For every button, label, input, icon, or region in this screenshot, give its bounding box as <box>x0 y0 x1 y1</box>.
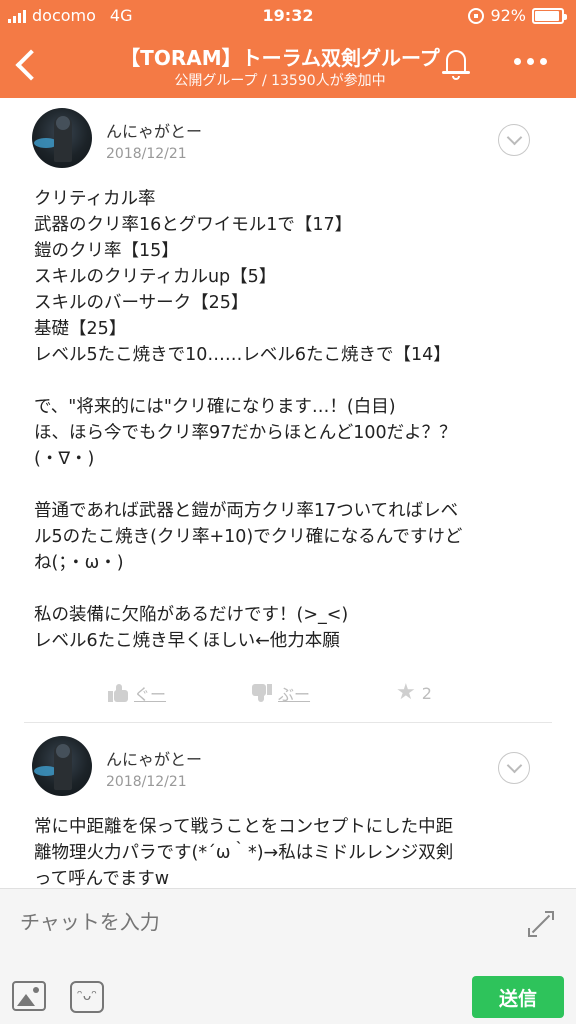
post-card: んにゃがとー 2018/12/21 クリティカル率武器のクリ率16とグワイモル1… <box>24 98 552 718</box>
thumbs-up-icon <box>108 684 128 702</box>
post-line: 離物理火力パラです(*´ω｀*)→私はミドルレンジ双剣 <box>34 843 454 863</box>
post-line: ル5のたこ焼き(クリ率+10)でクリ確になるんですけど <box>34 527 463 547</box>
group-subtitle: 公開グループ / 13590人が参加中 <box>174 73 386 89</box>
post-line: 基礎【25】 <box>34 319 127 339</box>
chat-input[interactable] <box>20 905 500 939</box>
post-author[interactable]: んにゃがとー <box>106 118 202 142</box>
send-button[interactable]: 送信 <box>472 976 564 1018</box>
battery-icon <box>532 7 567 24</box>
post-line: って呼んでますw <box>34 869 170 888</box>
thumbs-down-icon <box>252 684 273 702</box>
battery-percent: 92% <box>490 6 526 25</box>
post-line: 普通であれば武器と鎧が両方クリ率17ついてればレベ <box>34 501 459 521</box>
post-line: 鎧のクリ率【15】 <box>34 241 179 261</box>
expand-icon[interactable] <box>528 911 554 937</box>
chevron-left-icon[interactable] <box>10 42 46 86</box>
more-icon[interactable] <box>514 58 547 65</box>
post-body: 常に中距離を保って戦うことをコンセプトにした中距 離物理火力パラです(*´ω｀*)… <box>34 814 544 888</box>
good-label: ぐー <box>134 685 167 704</box>
reaction-bar: ぐー ぶー ★ 2 <box>108 678 528 708</box>
bad-button[interactable]: ぶー <box>252 678 310 708</box>
post-line: ね(；・ω・) <box>34 553 124 573</box>
post-line: で、"将来的には"クリ確になります…！(白目) <box>34 397 396 417</box>
post-line: レベル6たこ焼き早くほしい←他力本願 <box>34 631 340 651</box>
avatar[interactable] <box>32 108 92 168</box>
bad-label: ぶー <box>278 685 311 704</box>
post-body: クリティカル率武器のクリ率16とグワイモル1で【17】 鎧のクリ率【15】スキルの… <box>34 186 544 654</box>
post-line: 常に中距離を保って戦うことをコンセプトにした中距 <box>34 817 454 837</box>
divider <box>24 722 552 723</box>
rotation-lock-icon <box>468 7 485 24</box>
post-line: スキルのバーサーク【25】 <box>34 293 249 313</box>
star-icon: ★ <box>396 680 416 705</box>
chevron-down-icon[interactable] <box>498 752 530 784</box>
group-title: 【TORAM】トーラム双剣グループ <box>120 46 440 70</box>
sticker-icon[interactable]: ᵔᴗᵔ <box>70 981 104 1013</box>
avatar[interactable] <box>32 736 92 796</box>
star-count: 2 <box>421 683 432 703</box>
post-card: んにゃがとー 2018/12/21 常に中距離を保って戦うことをコンセプトにした… <box>24 726 552 888</box>
navigation-bar: 【TORAM】トーラム双剣グループ 公開グループ / 13590人が参加中 <box>0 32 576 98</box>
header-bar: docomo 4G 19:32 92% 【TORAM】トーラム双剣グループ 公開… <box>0 0 576 98</box>
post-line: (・∇・) <box>34 449 95 469</box>
post-line: クリティカル率 <box>34 189 156 209</box>
post-date: 2018/12/21 <box>106 774 187 790</box>
good-button[interactable]: ぐー <box>108 678 166 708</box>
bell-icon[interactable] <box>438 46 474 82</box>
chevron-down-icon[interactable] <box>498 124 530 156</box>
status-bar: docomo 4G 19:32 92% <box>0 0 576 32</box>
post-line: 武器のクリ率16とグワイモル1で【17】 <box>34 215 353 235</box>
post-date: 2018/12/21 <box>106 146 187 162</box>
post-line: スキルのクリティカルup【5】 <box>34 267 277 287</box>
image-icon[interactable] <box>12 981 46 1011</box>
post-author[interactable]: んにゃがとー <box>106 746 202 770</box>
post-line: ほ、ほら今でもクリ率97だからほとんど100だよ？？ <box>34 423 457 443</box>
post-line: 私の装備に欠陥があるだけです！(>_<) <box>34 605 349 625</box>
post-line: レベル5たこ焼きで10……レベル6たこ焼きで【14】 <box>34 345 451 365</box>
star-button[interactable]: ★ 2 <box>396 678 432 708</box>
